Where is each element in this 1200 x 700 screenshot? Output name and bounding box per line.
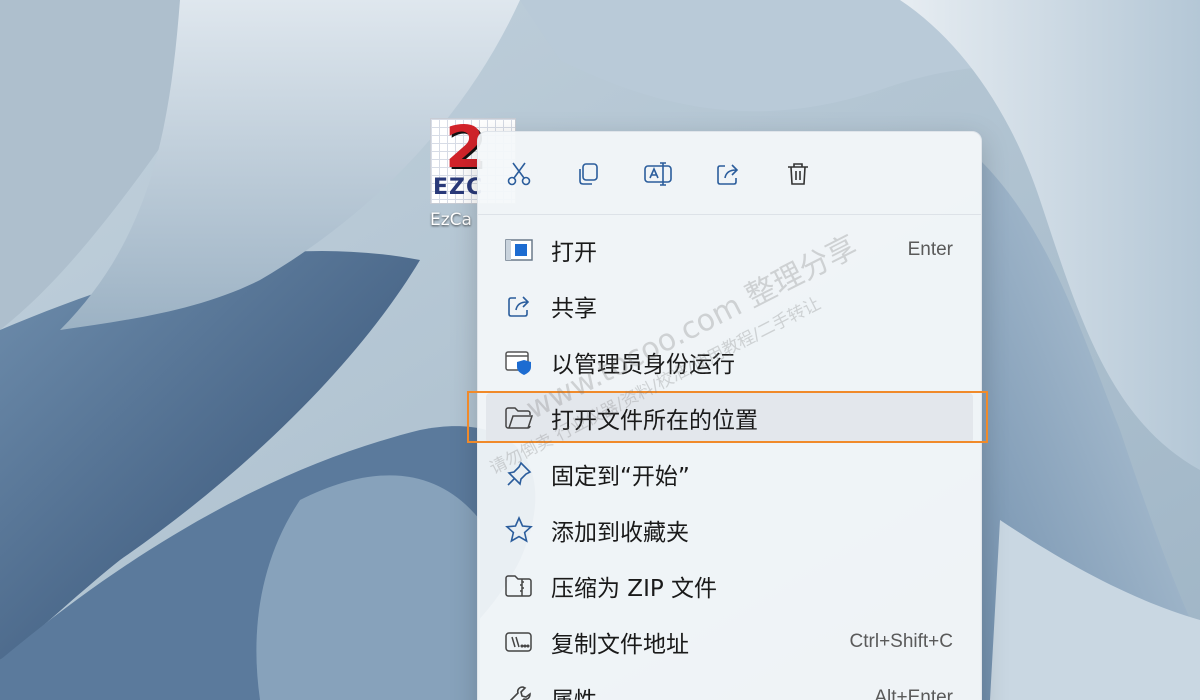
menu-item-pin-to-start[interactable]: 固定到“开始” (486, 449, 973, 499)
menu-item-open[interactable]: 打开 Enter (486, 225, 973, 275)
menu-item-label: 压缩为 ZIP 文件 (551, 576, 718, 602)
menu-item-add-to-favorites[interactable]: 添加到收藏夹 (486, 505, 973, 555)
menu-item-run-as-admin[interactable]: 以管理员身份运行 (486, 337, 973, 387)
menu-item-label: 共享 (551, 296, 597, 322)
copy-path-icon (505, 632, 532, 652)
copy-icon (579, 163, 598, 185)
cut-icon (507, 162, 531, 186)
pin-icon (507, 461, 532, 486)
share-button[interactable] (708, 154, 748, 194)
rename-icon (644, 162, 672, 186)
admin-shield-icon (505, 351, 531, 375)
menu-item-shortcut: Ctrl+Shift+C (849, 631, 953, 652)
zip-folder-icon (505, 575, 532, 597)
delete-button[interactable] (778, 154, 818, 194)
menu-item-shortcut: Alt+Enter (874, 687, 953, 700)
share-icon (508, 296, 530, 317)
star-icon (505, 516, 533, 543)
menu-item-compress-zip[interactable]: 压缩为 ZIP 文件 (486, 561, 973, 611)
menu-item-share[interactable]: 共享 (486, 281, 973, 331)
menu-item-copy-path[interactable]: 复制文件地址 Ctrl+Shift+C (486, 617, 973, 667)
menu-item-shortcut: Enter (907, 239, 953, 260)
menu-item-label: 属性 (551, 681, 597, 700)
share-icon (717, 164, 739, 185)
menu-item-label: 添加到收藏夹 (551, 520, 689, 546)
copy-button[interactable] (568, 154, 608, 194)
menu-item-label: 复制文件地址 (551, 632, 689, 658)
menu-item-label: 打开 (551, 240, 597, 266)
menu-item-label: 以管理员身份运行 (551, 352, 735, 378)
menu-item-properties[interactable]: 属性 Alt+Enter (486, 673, 973, 700)
cut-button[interactable] (499, 154, 539, 194)
app-icon-brand: EZC (433, 175, 484, 200)
rename-button[interactable] (638, 154, 678, 194)
open-icon (505, 239, 533, 261)
highlight-outline (467, 391, 988, 443)
menu-item-label: 固定到“开始” (551, 464, 690, 490)
context-menu-toolbar (478, 132, 981, 215)
delete-icon (788, 163, 808, 185)
wrench-icon (509, 686, 531, 700)
